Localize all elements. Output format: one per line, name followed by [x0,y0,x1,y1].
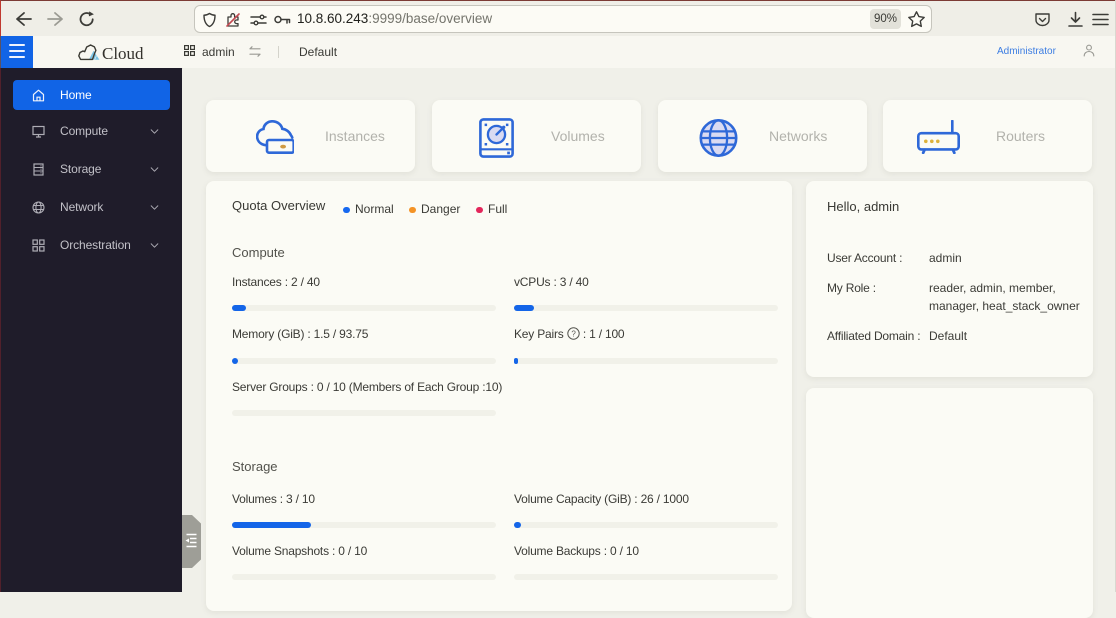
svg-text:?: ? [571,329,576,338]
